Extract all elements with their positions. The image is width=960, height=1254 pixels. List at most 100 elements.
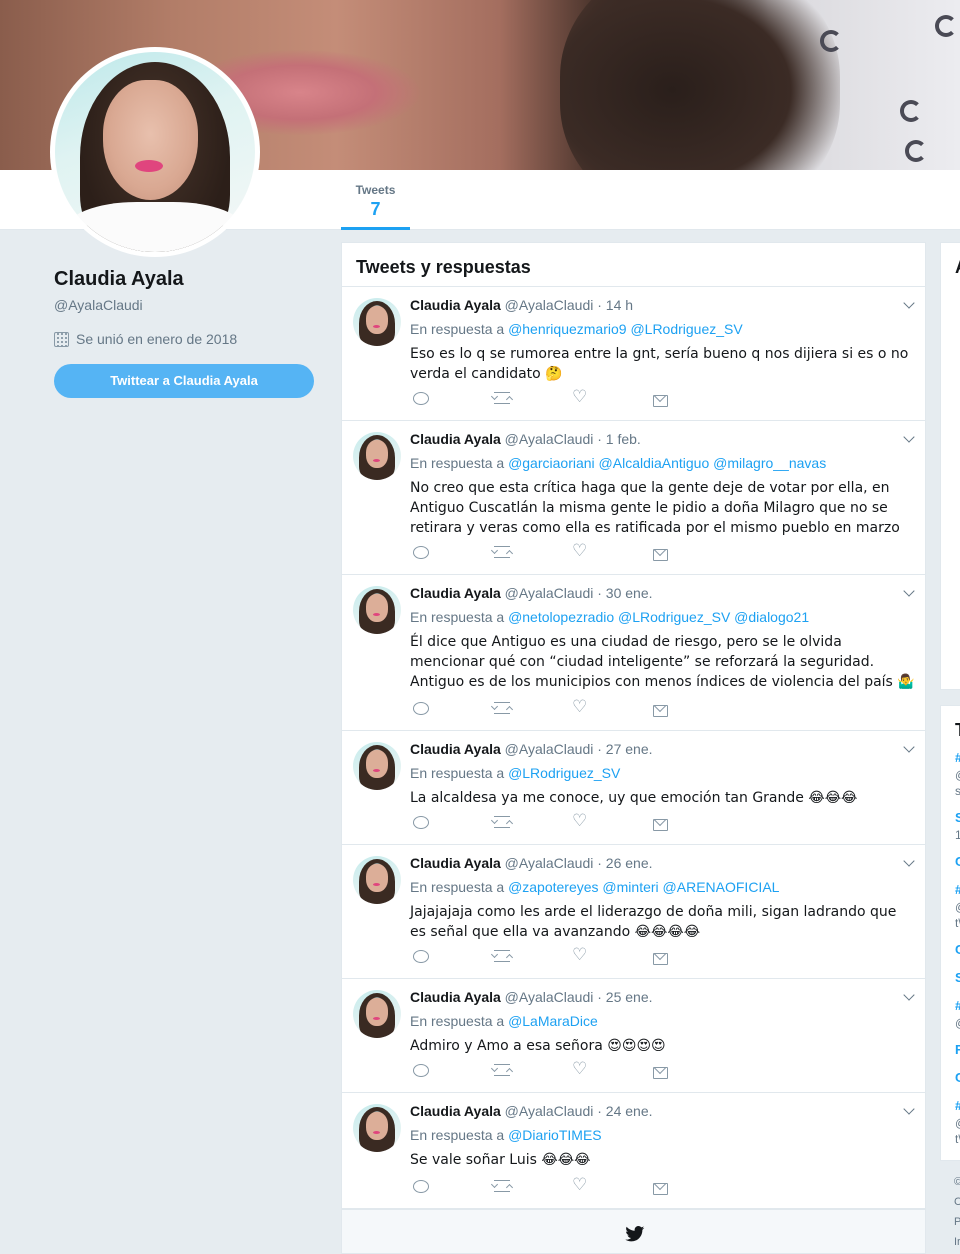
tweet-text: Él dice que Antiguo es una ciudad de rie… (410, 634, 915, 690)
tweet-timestamp[interactable]: · 25 ene. (597, 989, 652, 1005)
tweet-author-name[interactable]: Claudia Ayala (410, 297, 501, 313)
tweet-author-name[interactable]: Claudia Ayala (410, 585, 501, 601)
right-frag[interactable]: F (955, 1042, 960, 1057)
reply-mentions[interactable]: @henriquezmario9 @LRodriguez_SV (508, 321, 743, 337)
tweet-reply-context: En respuesta a @LRodriguez_SV (410, 764, 915, 782)
like-icon[interactable]: ♡ (572, 812, 587, 830)
tweet-author-name[interactable]: Claudia Ayala (410, 989, 501, 1005)
reply-icon[interactable] (413, 1180, 429, 1193)
right-frag[interactable]: C (955, 942, 960, 957)
tweet-timestamp[interactable]: · 26 ene. (597, 855, 652, 871)
tweet-reply-context: En respuesta a @henriquezmario9 @LRodrig… (410, 320, 915, 338)
direct-message-icon[interactable] (653, 1067, 668, 1079)
right-frag[interactable]: # (955, 882, 960, 897)
right-frag[interactable]: S (955, 970, 960, 985)
tweet[interactable]: Claudia Ayala @AyalaClaudi · 26 ene. En r… (342, 845, 925, 979)
profile-handle[interactable]: @AyalaClaudi (54, 297, 143, 313)
tweet[interactable]: Claudia Ayala @AyalaClaudi · 24 ene. En r… (342, 1093, 925, 1209)
tweet[interactable]: Claudia Ayala @AyalaClaudi · 30 ene. En r… (342, 575, 925, 731)
reply-mentions[interactable]: @netolopezradio @LRodriguez_SV @dialogo2… (508, 609, 809, 625)
tweet-author-handle[interactable]: @AyalaClaudi (505, 431, 594, 447)
tweet-timestamp[interactable]: · 30 ene. (597, 585, 652, 601)
right-frag: @ (955, 768, 960, 782)
reply-icon[interactable] (413, 702, 429, 715)
direct-message-icon[interactable] (653, 549, 668, 561)
tweet-author-handle[interactable]: @AyalaClaudi (505, 855, 594, 871)
right-frag[interactable]: # (955, 1098, 960, 1113)
direct-message-icon[interactable] (653, 705, 668, 717)
tweet-author-handle[interactable]: @AyalaClaudi (505, 297, 594, 313)
retweet-icon[interactable] (494, 1064, 510, 1076)
direct-message-icon[interactable] (653, 953, 668, 965)
reply-icon[interactable] (413, 546, 429, 559)
right-frag: @ (955, 1116, 960, 1130)
tweet-avatar[interactable] (353, 856, 401, 904)
tweet[interactable]: Claudia Ayala @AyalaClaudi · 25 ene. En r… (342, 979, 925, 1093)
tweet[interactable]: Claudia Ayala @AyalaClaudi · 27 ene. En r… (342, 731, 925, 845)
tweet-avatar[interactable] (353, 586, 401, 634)
tweet-timestamp[interactable]: · 14 h (597, 297, 633, 313)
right-frag[interactable]: C (955, 854, 960, 869)
tweet-author-name[interactable]: Claudia Ayala (410, 431, 501, 447)
tweet-to-button[interactable]: Twittear a Claudia Ayala (54, 364, 314, 398)
tab-tweets[interactable]: Tweets 7 (341, 170, 410, 230)
tweet-timestamp[interactable]: · 27 ene. (597, 741, 652, 757)
tweet-timestamp[interactable]: · 1 feb. (597, 431, 641, 447)
reply-prefix: En respuesta a (410, 609, 505, 625)
right-frag: @ (955, 900, 960, 914)
right-frag[interactable]: # (955, 750, 960, 765)
tweet-author-handle[interactable]: @AyalaClaudi (505, 741, 594, 757)
tweet-avatar[interactable] (353, 990, 401, 1038)
tweet-avatar[interactable] (353, 298, 401, 346)
tweet-author-name[interactable]: Claudia Ayala (410, 741, 501, 757)
tweet-actions: ♡ (410, 944, 915, 978)
like-icon[interactable]: ♡ (572, 698, 587, 716)
reply-icon[interactable] (413, 950, 429, 963)
reply-icon[interactable] (413, 1064, 429, 1077)
tweet-avatar[interactable] (353, 432, 401, 480)
direct-message-icon[interactable] (653, 819, 668, 831)
reply-prefix: En respuesta a (410, 321, 505, 337)
tweet-author-name[interactable]: Claudia Ayala (410, 855, 501, 871)
tweet-timestamp[interactable]: · 24 ene. (597, 1103, 652, 1119)
right-frag[interactable]: S (955, 810, 960, 825)
reply-mentions[interactable]: @LRodriguez_SV (508, 765, 620, 781)
like-icon[interactable]: ♡ (572, 388, 587, 406)
reply-mentions[interactable]: @garciaoriani @AlcaldiaAntiguo @milagro_… (508, 455, 826, 471)
footer-frag[interactable]: P (954, 1216, 960, 1228)
retweet-icon[interactable] (494, 950, 510, 962)
reply-mentions[interactable]: @LaMaraDice (508, 1013, 598, 1029)
footer-frag[interactable]: C (954, 1196, 960, 1208)
like-icon[interactable]: ♡ (572, 946, 587, 964)
like-icon[interactable]: ♡ (572, 1060, 587, 1078)
footer-frag[interactable]: Ir (954, 1236, 960, 1248)
tab-tweets-count: 7 (370, 199, 381, 219)
tweet[interactable]: Claudia Ayala @AyalaClaudi · 1 feb. En re… (342, 421, 925, 575)
tweet-author-handle[interactable]: @AyalaClaudi (505, 989, 594, 1005)
profile-avatar[interactable] (50, 47, 260, 257)
retweet-icon[interactable] (494, 546, 510, 558)
profile-name[interactable]: Claudia Ayala (54, 268, 184, 291)
direct-message-icon[interactable] (653, 395, 668, 407)
like-icon[interactable]: ♡ (572, 1176, 587, 1194)
reply-icon[interactable] (413, 392, 429, 405)
tweet-author-handle[interactable]: @AyalaClaudi (505, 1103, 594, 1119)
retweet-icon[interactable] (494, 392, 510, 404)
tweet-avatar[interactable] (353, 1104, 401, 1152)
right-frag: t\ (955, 916, 960, 930)
tweet-avatar[interactable] (353, 742, 401, 790)
reply-icon[interactable] (413, 816, 429, 829)
direct-message-icon[interactable] (653, 1183, 668, 1195)
like-icon[interactable]: ♡ (572, 542, 587, 560)
retweet-icon[interactable] (494, 702, 510, 714)
right-frag[interactable]: C (955, 1070, 960, 1085)
tweet[interactable]: Claudia Ayala @AyalaClaudi · 14 h En resp… (342, 287, 925, 421)
right-frag[interactable]: # (955, 998, 960, 1013)
reply-mentions[interactable]: @zapotereyes @minteri @ARENAOFICIAL (508, 879, 779, 895)
retweet-icon[interactable] (494, 1180, 510, 1192)
tweet-text: Admiro y Amo a esa señora 😍😍😍😍 (410, 1038, 666, 1054)
retweet-icon[interactable] (494, 816, 510, 828)
reply-mentions[interactable]: @DiarioTIMES (508, 1127, 602, 1143)
tweet-author-handle[interactable]: @AyalaClaudi (505, 585, 594, 601)
tweet-author-name[interactable]: Claudia Ayala (410, 1103, 501, 1119)
